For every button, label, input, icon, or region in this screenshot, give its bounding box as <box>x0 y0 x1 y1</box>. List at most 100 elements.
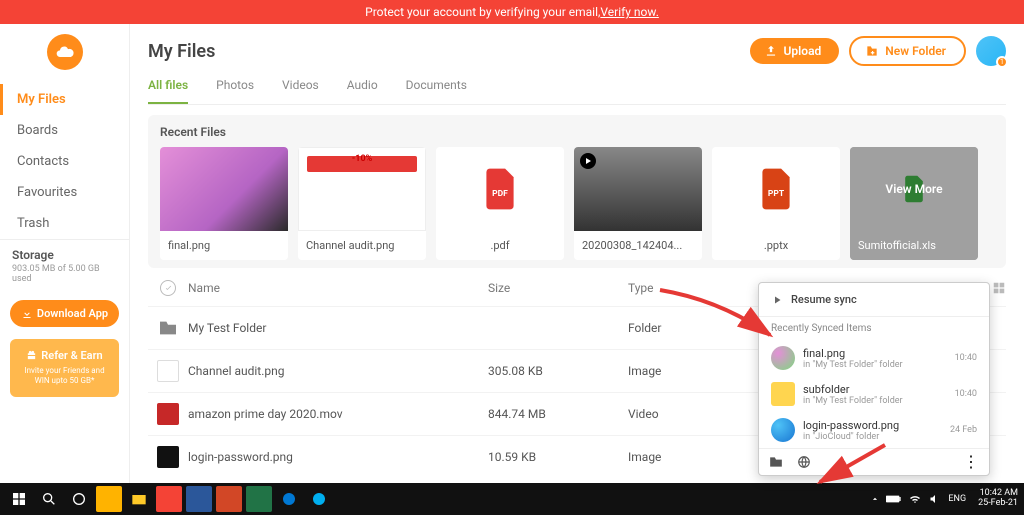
ppt-icon: PPT <box>759 168 793 210</box>
sidebar-item-trash[interactable]: Trash <box>0 208 129 239</box>
view-more-overlay: View More <box>850 147 978 231</box>
upload-button[interactable]: Upload <box>750 38 840 64</box>
taskbar-skype[interactable] <box>306 486 332 512</box>
tray-wifi-icon[interactable] <box>908 493 922 505</box>
sync-item[interactable]: login-password.png in "JioCloud" folder … <box>759 412 989 448</box>
grid-view-icon[interactable] <box>992 281 1006 295</box>
sync-item-location: in "My Test Folder" folder <box>803 360 947 370</box>
storage-usage: 903.05 MB of 5.00 GB used <box>12 264 117 284</box>
view-more-label: View More <box>885 182 942 196</box>
image-file-icon <box>157 446 179 468</box>
tab-label: All files <box>148 78 188 92</box>
tab-photos[interactable]: Photos <box>216 78 254 104</box>
view-more-card[interactable]: View More Sumitofficial.xls <box>850 147 978 260</box>
sidebar-item-favourites[interactable]: Favourites <box>0 177 129 208</box>
select-all-checkbox[interactable] <box>160 280 176 296</box>
sync-item-time: 10:40 <box>955 353 977 363</box>
tray-chevron-icon[interactable] <box>870 494 880 504</box>
taskbar-app[interactable] <box>156 486 182 512</box>
tab-all-files[interactable]: All files <box>148 78 188 104</box>
file-name: amazon prime day 2020.mov <box>188 407 488 421</box>
sidebar-item-label: Boards <box>17 123 58 138</box>
sync-item-location: in "JioCloud" folder <box>803 432 942 442</box>
sync-item[interactable]: final.png in "My Test Folder" folder 10:… <box>759 340 989 376</box>
avatar-notification-badge: 1 <box>996 56 1008 68</box>
windows-taskbar: ENG 10:42 AM 25-Feb-21 <box>0 483 1024 515</box>
task-view-button[interactable] <box>66 486 92 512</box>
storage-title: Storage <box>12 248 117 262</box>
recent-file-card[interactable]: final.png <box>160 147 288 260</box>
taskbar-edge[interactable] <box>276 486 302 512</box>
recent-file-card[interactable]: PPT .pptx <box>712 147 840 260</box>
sync-popup: Resume sync Recently Synced Items final.… <box>758 282 990 476</box>
sync-item-time: 10:40 <box>955 389 977 399</box>
tab-label: Videos <box>282 78 319 92</box>
user-avatar[interactable]: 1 <box>976 36 1006 66</box>
download-app-button[interactable]: Download App <box>10 300 119 327</box>
taskbar-clock[interactable]: 10:42 AM 25-Feb-21 <box>978 489 1018 509</box>
folder-open-icon[interactable] <box>769 455 783 469</box>
taskbar-excel[interactable] <box>246 486 272 512</box>
download-app-label: Download App <box>37 307 108 320</box>
recent-file-name: .pdf <box>436 231 564 260</box>
tray-volume-icon[interactable] <box>928 493 942 505</box>
folder-icon <box>157 317 179 339</box>
tab-label: Audio <box>347 78 378 92</box>
taskbar-powerpoint[interactable] <box>216 486 242 512</box>
start-button[interactable] <box>6 486 32 512</box>
system-tray: ENG 10:42 AM 25-Feb-21 <box>870 489 1018 509</box>
app-logo[interactable] <box>47 34 83 70</box>
sync-item[interactable]: subfolder in "My Test Folder" folder 10:… <box>759 376 989 412</box>
search-button[interactable] <box>36 486 62 512</box>
globe-icon[interactable] <box>797 455 811 469</box>
sync-thumbnail <box>771 382 795 406</box>
clock-date: 25-Feb-21 <box>978 499 1018 509</box>
recent-file-card[interactable]: PDF .pdf <box>436 147 564 260</box>
file-type: Video <box>628 407 748 421</box>
file-thumbnail <box>574 147 702 231</box>
tray-language[interactable]: ENG <box>948 494 966 504</box>
sidebar-item-my-files[interactable]: My Files <box>0 84 129 115</box>
file-size: 844.74 MB <box>488 407 628 421</box>
recent-file-card[interactable]: -10% Channel audit.png <box>298 147 426 260</box>
taskbar-app[interactable] <box>126 486 152 512</box>
taskbar-app[interactable] <box>96 486 122 512</box>
file-name: My Test Folder <box>188 321 488 335</box>
svg-text:PPT: PPT <box>768 189 785 199</box>
verify-now-link[interactable]: Verify now. <box>600 5 658 19</box>
file-size: 10.59 KB <box>488 450 628 464</box>
sidebar-item-boards[interactable]: Boards <box>0 115 129 146</box>
sidebar-item-contacts[interactable]: Contacts <box>0 146 129 177</box>
recent-file-name: 20200308_142404... <box>574 231 702 260</box>
sync-thumbnail <box>771 418 795 442</box>
tab-audio[interactable]: Audio <box>347 78 378 104</box>
recent-file-card[interactable]: 20200308_142404... <box>574 147 702 260</box>
gift-icon <box>26 350 37 361</box>
sidebar: My Files Boards Contacts Favourites Tras… <box>0 24 130 483</box>
resume-sync-button[interactable]: Resume sync <box>759 283 989 316</box>
verify-banner: Protect your account by verifying your e… <box>0 0 1024 24</box>
file-name: login-password.png <box>188 450 488 464</box>
column-size[interactable]: Size <box>488 281 628 295</box>
tab-documents[interactable]: Documents <box>406 78 467 104</box>
file-type: Image <box>628 450 748 464</box>
folder-plus-icon <box>865 44 879 58</box>
banner-text: Protect your account by verifying your e… <box>365 5 600 19</box>
refer-earn-card[interactable]: Refer & Earn Invite your Friends and WIN… <box>10 339 119 397</box>
file-size: 305.08 KB <box>488 364 628 378</box>
tray-battery-icon[interactable] <box>886 494 902 504</box>
sync-item-name: login-password.png <box>803 419 942 432</box>
tab-videos[interactable]: Videos <box>282 78 319 104</box>
column-type[interactable]: Type <box>628 281 748 295</box>
new-folder-button[interactable]: New Folder <box>849 36 966 66</box>
refer-subtitle: Invite your Friends and WIN upto 50 GB* <box>18 366 111 387</box>
file-type: Image <box>628 364 748 378</box>
sidebar-item-label: Contacts <box>17 154 69 169</box>
sync-subtitle: Recently Synced Items <box>759 316 989 340</box>
column-name[interactable]: Name <box>188 281 488 295</box>
sidebar-item-label: Trash <box>17 216 49 231</box>
taskbar-word[interactable] <box>186 486 212 512</box>
thumbnail-badge: -10% <box>299 154 425 164</box>
storage-info: Storage 903.05 MB of 5.00 GB used <box>0 239 129 292</box>
page-title: My Files <box>148 41 215 62</box>
